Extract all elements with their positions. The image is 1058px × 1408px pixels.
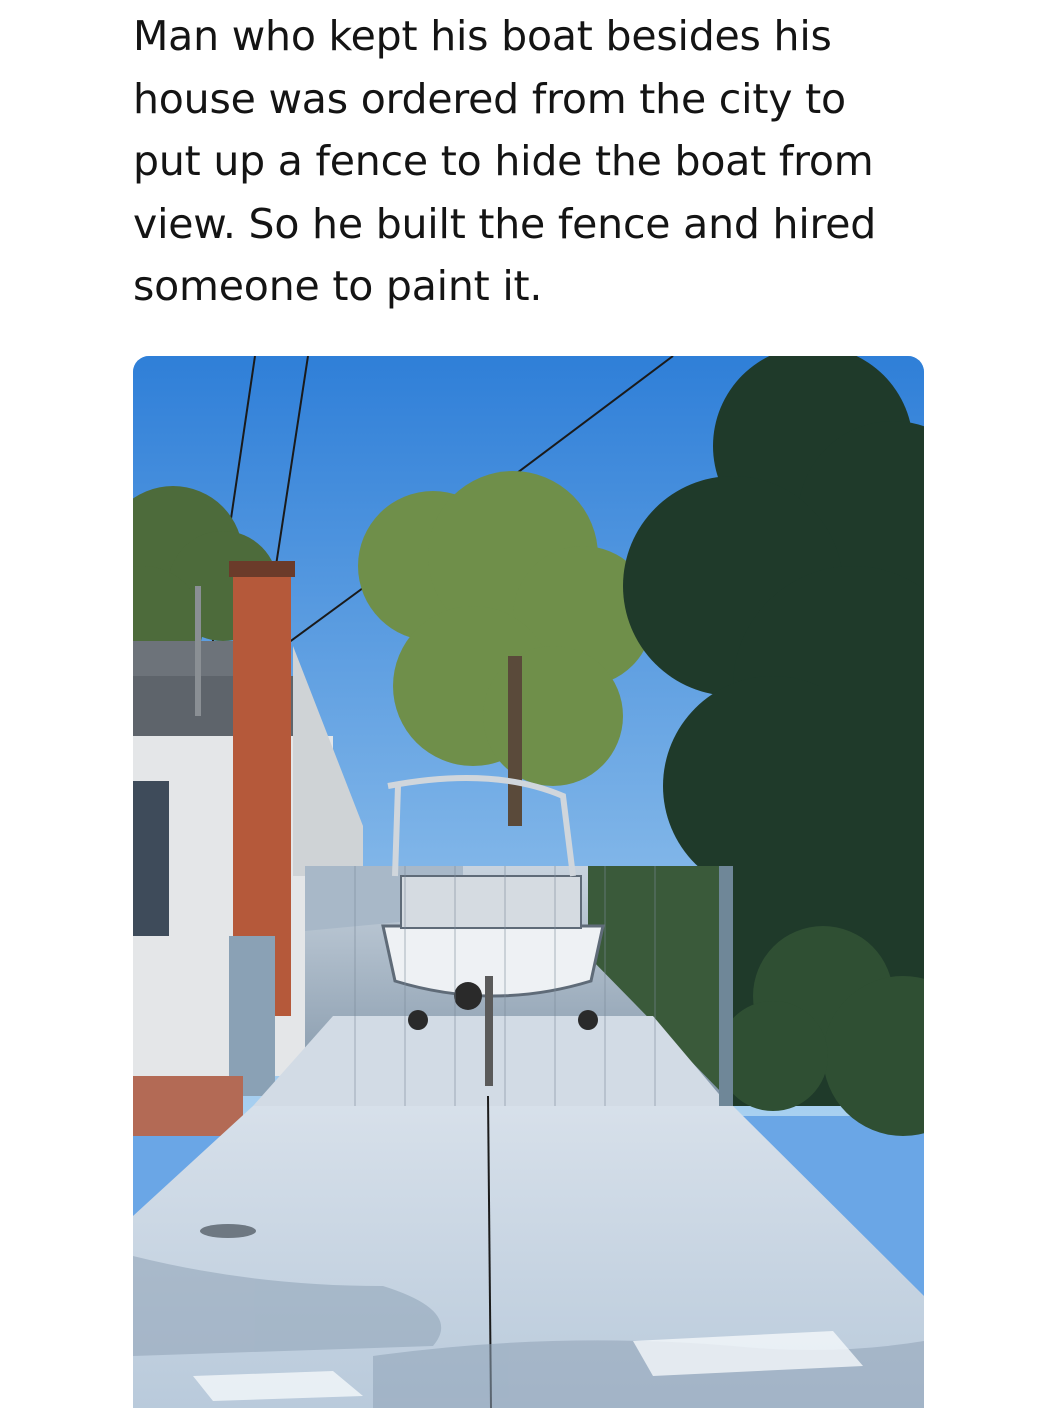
side-gate <box>229 936 275 1096</box>
caption-line: view. So he built the fence and hired <box>133 199 877 248</box>
post-caption: Man who kept his boat besides his house … <box>133 5 933 318</box>
photo-illustration <box>133 356 924 1408</box>
caption-line: put up a fence to hide the boat from <box>133 137 874 185</box>
drain-cover <box>200 1224 256 1238</box>
caption-line: someone to paint it. <box>133 262 543 310</box>
caption-line: Man who kept his boat besides his <box>133 12 832 60</box>
caption-line: house was ordered from the city to <box>133 74 846 123</box>
post-photo[interactable] <box>133 356 924 1408</box>
